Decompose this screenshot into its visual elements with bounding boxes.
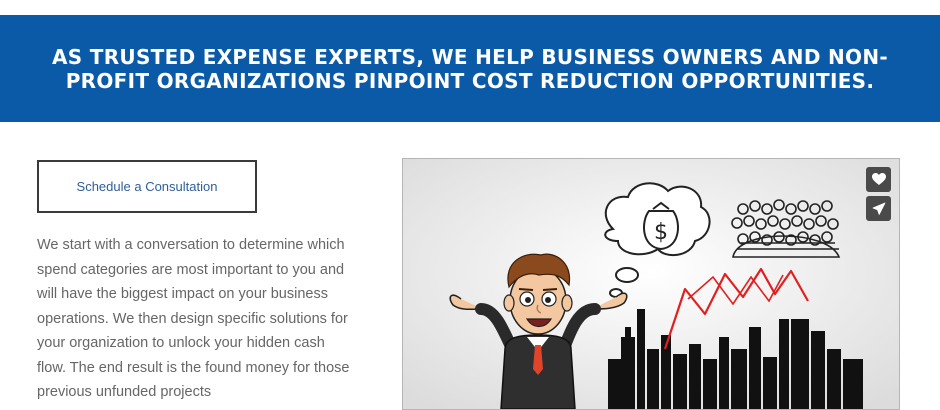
heart-icon	[871, 173, 886, 185]
banner-heading: AS TRUSTED EXPENSE EXPERTS, WE HELP BUSI…	[52, 44, 888, 93]
intro-paragraph: We start with a conversation to determin…	[37, 237, 350, 400]
svg-text:$: $	[654, 220, 668, 245]
video-embed[interactable]: $	[402, 158, 900, 410]
video-illustration: $	[403, 159, 899, 409]
hero-banner: AS TRUSTED EXPENSE EXPERTS, WE HELP BUSI…	[0, 15, 940, 122]
like-button[interactable]	[866, 167, 891, 192]
schedule-consultation-button[interactable]: Schedule a Consultation	[37, 160, 257, 213]
top-strip	[0, 0, 940, 15]
schedule-consultation-label: Schedule a Consultation	[76, 179, 218, 194]
send-icon	[872, 202, 885, 215]
share-button[interactable]	[866, 196, 891, 221]
